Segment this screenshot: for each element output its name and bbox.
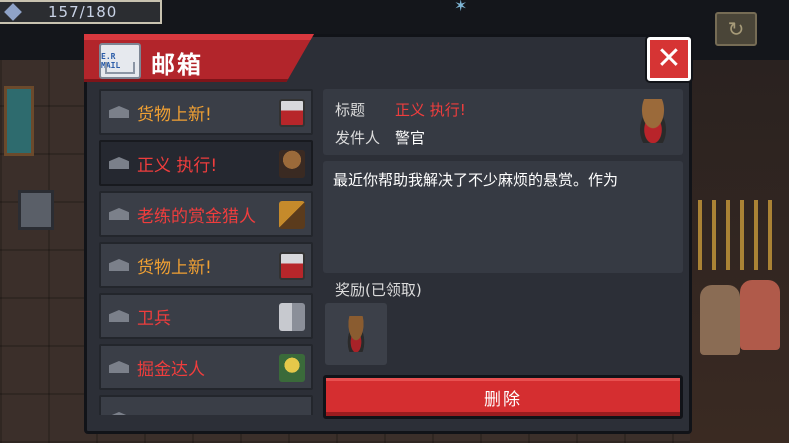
energy-value: 157/180 [48, 3, 118, 21]
close-icon: ✕ [656, 41, 682, 76]
candle-rack [698, 200, 778, 270]
reward-slot [325, 303, 387, 365]
sheriff-icon [279, 150, 305, 178]
sheriff-reward-icon [343, 316, 369, 352]
mailbox-window: E.R MAIL 邮箱 ✕ 货物上新! 正义 执行! 老练的赏金猎人 货物上新! [84, 34, 692, 434]
envelope-icon [109, 310, 129, 322]
mail-list[interactable]: 货物上新! 正义 执行! 老练的赏金猎人 货物上新! 卫兵 掘金达人 [99, 89, 313, 415]
mail-item-label: 卫兵 [137, 308, 171, 329]
energy-counter: 157/180 [0, 0, 162, 24]
mail-list-item[interactable]: 货物上新! [99, 242, 313, 288]
envelope-icon [109, 361, 129, 373]
guard-icon [279, 303, 305, 331]
message-body[interactable]: 最近你帮助我解决了不少麻烦的悬赏。作为 [323, 161, 683, 273]
miner-icon [279, 354, 305, 382]
mail-logo-icon: E.R MAIL [99, 43, 141, 79]
envelope-icon [109, 259, 129, 271]
storage-chest [18, 190, 54, 230]
npc-character [700, 285, 740, 355]
envelope-shape [105, 62, 135, 74]
sender-value: 警官 [395, 129, 426, 147]
delete-button[interactable]: 删除 [323, 375, 683, 419]
sparkle-icon: ✶ [454, 0, 468, 15]
sender-label: 发件人 [335, 129, 381, 147]
sheriff-avatar-icon [633, 99, 673, 143]
subject-label: 标题 [335, 101, 366, 119]
envelope-icon [109, 208, 129, 220]
mail-list-item[interactable]: 卫兵 [99, 293, 313, 339]
envelope-icon [109, 412, 129, 415]
mail-list-item[interactable]: 货物上新! [99, 89, 313, 135]
mail-list-item[interactable]: 老练的赏金猎人 [99, 191, 313, 237]
knight-icon [279, 99, 305, 127]
bounty-hunter-icon [279, 201, 305, 229]
window-title: 邮箱 [151, 51, 203, 79]
mail-detail-header: 标题 正义 执行! 发件人 警官 [323, 89, 683, 155]
envelope-icon [109, 157, 129, 169]
energy-gem-icon [4, 3, 22, 21]
wall-poster [4, 86, 34, 156]
mail-item-label: 货物上新! [137, 104, 212, 125]
knight-icon [279, 252, 305, 280]
mail-list-item-partial[interactable] [99, 395, 313, 415]
reward-label: 奖励(已领取) [335, 281, 422, 299]
envelope-icon [109, 106, 129, 118]
close-button[interactable]: ✕ [647, 37, 691, 81]
refresh-button[interactable]: ↻ [715, 12, 757, 46]
mail-list-item[interactable]: 掘金达人 [99, 344, 313, 390]
mail-list-item-selected[interactable]: 正义 执行! [99, 140, 313, 186]
subject-value: 正义 执行! [395, 101, 466, 119]
mail-item-label: 正义 执行! [137, 155, 218, 176]
mail-item-label: 老练的赏金猎人 [137, 206, 256, 227]
mail-item-label: 货物上新! [137, 257, 212, 278]
refresh-icon: ↻ [727, 17, 745, 41]
npc-character [740, 280, 780, 350]
mail-item-label: 掘金达人 [137, 359, 205, 380]
